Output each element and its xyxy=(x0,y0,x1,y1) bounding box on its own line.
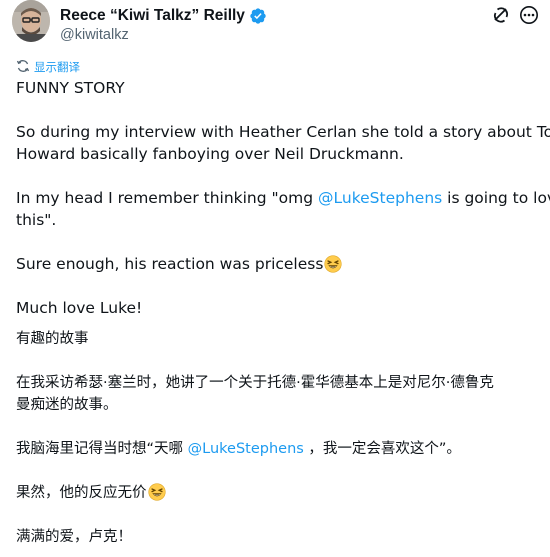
translation-title: 有趣的故事 xyxy=(16,331,89,347)
tweet-paragraph-2-line-2: this". xyxy=(16,211,57,229)
tweet-paragraph-1-line-2: Howard basically fanboying over Neil Dru… xyxy=(16,145,404,163)
avatar[interactable] xyxy=(12,0,50,42)
tweet-paragraph-3-text: Sure enough, his reaction was priceless xyxy=(16,255,324,273)
tweet-paragraph-4: Much love Luke! xyxy=(16,299,143,317)
tweet-paragraph-2-line-1: In my head I remember thinking "omg @Luk… xyxy=(16,187,550,209)
grok-icon xyxy=(491,5,511,29)
tweet-paragraph-2-post: is going to love xyxy=(447,189,550,207)
tweet-paragraph-2-pre: In my head I remember thinking "omg xyxy=(16,189,319,207)
translation-mention-link[interactable]: @LukeStephens xyxy=(188,441,304,457)
name-row: Reece “Kiwi Talkz” Reilly xyxy=(60,7,267,25)
display-name[interactable]: Reece “Kiwi Talkz” Reilly xyxy=(60,7,245,25)
translation-paragraph-4: 满满的爱，卢克！ xyxy=(16,529,132,545)
verified-badge-icon xyxy=(249,7,267,25)
tweet-header: Reece “Kiwi Talkz” Reilly @kiwitalkz xyxy=(0,0,550,48)
laughing-emoji-icon xyxy=(147,483,166,508)
more-options-icon xyxy=(519,5,539,29)
laughing-emoji-icon xyxy=(324,255,343,279)
more-options-button[interactable] xyxy=(518,6,540,28)
translation-paragraph-3-text: 果然，他的反应无价 xyxy=(16,485,147,501)
tweet-paragraph-1-line-1: So during my interview with Heather Cerl… xyxy=(16,123,550,141)
mention-link[interactable]: @LukeStephens xyxy=(318,189,442,207)
handle[interactable]: @kiwitalkz xyxy=(60,27,129,43)
translation-paragraph-3: 果然，他的反应无价 xyxy=(16,482,541,508)
tweet-title: FUNNY STORY xyxy=(16,79,125,97)
show-translation-link[interactable]: 显示翻译 xyxy=(16,59,80,75)
translate-label: 显示翻译 xyxy=(34,60,80,74)
translation-paragraph-1-line-1: 在我采访希瑟·塞兰时，她讲了一个关于托德·霍华德基本上是对尼尔·德鲁克 xyxy=(16,375,494,391)
grok-button[interactable] xyxy=(490,6,512,28)
avatar-photo xyxy=(12,0,50,42)
translation-paragraph-1-line-2: 曼痴迷的故事。 xyxy=(16,397,118,413)
translation-paragraph-2: 我脑海里记得当时想“天哪 @LukeStephens ，我一定会喜欢这个”。 xyxy=(16,438,541,460)
translate-icon xyxy=(16,58,30,77)
translation-paragraph-2-pre: 我脑海里记得当时想“天哪 xyxy=(16,441,188,457)
tweet-paragraph-3: Sure enough, his reaction was priceless xyxy=(16,253,541,279)
translation-paragraph-2-post: ，我一定会喜欢这个”。 xyxy=(303,441,461,457)
